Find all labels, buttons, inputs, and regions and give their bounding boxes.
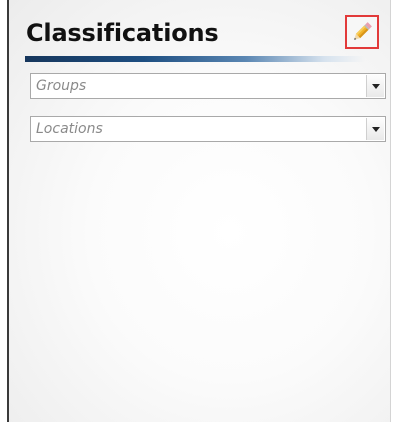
classifications-window: Classifications Groups Locations xyxy=(0,0,401,422)
locations-dropdown-arrow[interactable] xyxy=(366,118,384,140)
panel-title: Classifications xyxy=(26,19,219,47)
locations-placeholder: Locations xyxy=(36,121,103,137)
title-underline xyxy=(25,56,365,62)
edit-button[interactable] xyxy=(345,15,379,49)
chevron-down-icon xyxy=(371,83,380,89)
groups-placeholder: Groups xyxy=(36,78,87,94)
groups-dropdown[interactable]: Groups xyxy=(30,73,386,99)
groups-dropdown-arrow[interactable] xyxy=(366,75,384,97)
chevron-down-icon xyxy=(371,126,380,132)
pencil-icon xyxy=(350,20,374,44)
classifications-panel xyxy=(9,0,391,422)
locations-dropdown[interactable]: Locations xyxy=(30,116,386,142)
